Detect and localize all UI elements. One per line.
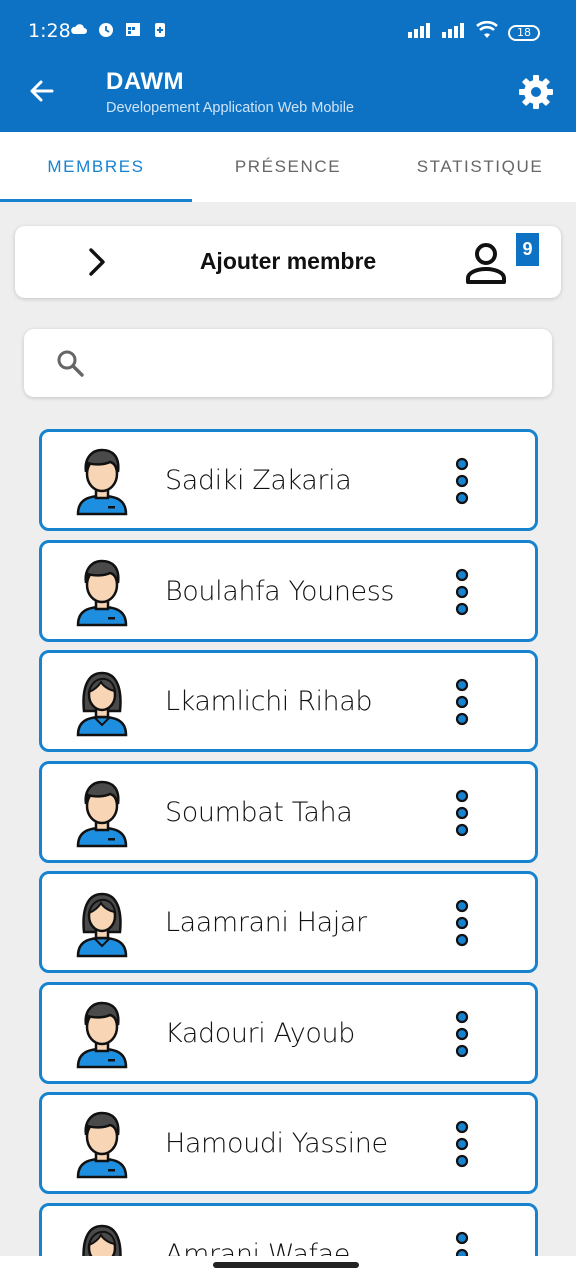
search-bar <box>24 329 552 397</box>
search-input[interactable] <box>104 343 534 383</box>
home-handle[interactable] <box>213 1262 359 1268</box>
member-name: Kadouri Ayoub <box>165 1017 355 1049</box>
settings-gear-icon[interactable] <box>516 72 556 112</box>
female-avatar-icon <box>75 1218 129 1257</box>
male-avatar-icon <box>75 776 129 848</box>
male-avatar-icon <box>75 997 129 1069</box>
member-list: Sadiki Zakaria Boulahfa Youness Lkamlich… <box>39 429 538 1257</box>
app-bar: 1:28 18 DAWM Developement Application We… <box>0 0 576 132</box>
cloud-icon <box>70 20 88 38</box>
member-card-boulahfa-youness[interactable]: Boulahfa Youness <box>39 539 538 642</box>
tab-bar: MEMBRES PRÉSENCE STATISTIQUE <box>0 132 576 202</box>
male-avatar-icon <box>75 555 129 627</box>
member-name: Sadiki Zakaria <box>165 465 352 496</box>
member-card-sadiki-zakaria[interactable]: Sadiki Zakaria <box>39 429 538 531</box>
more-vert-icon[interactable] <box>450 789 474 837</box>
member-card-lkamlichi-rihab[interactable]: Lkamlichi Rihab <box>39 650 538 752</box>
member-name: Amrani Wafae <box>165 1238 350 1258</box>
more-vert-icon[interactable] <box>450 568 474 616</box>
member-name: Hamoudi Yassine <box>165 1128 388 1159</box>
status-time: 1:28 <box>28 20 71 42</box>
status-bar: 1:28 18 <box>0 0 576 62</box>
signal-icon <box>408 22 432 43</box>
member-card-soumbat-taha[interactable]: Soumbat Taha <box>39 760 538 863</box>
battery-saver-icon <box>151 20 169 38</box>
add-member-button[interactable]: Ajouter membre 9 <box>15 226 561 298</box>
tab-membres[interactable]: MEMBRES <box>0 132 192 202</box>
member-name: Laamrani Hajar <box>165 907 367 938</box>
member-name: Soumbat Taha <box>165 796 353 828</box>
search-icon <box>54 347 86 379</box>
more-vert-icon[interactable] <box>450 457 474 505</box>
notification-icons <box>70 20 169 38</box>
male-avatar-icon <box>75 1107 129 1179</box>
signal-icon-2 <box>442 22 466 43</box>
battery-indicator: 18 <box>508 24 540 41</box>
gesture-navigation-bar <box>0 1256 576 1280</box>
tab-statistique[interactable]: STATISTIQUE <box>384 132 576 202</box>
page-title: DAWM <box>106 68 184 95</box>
member-card-amrani-wafae[interactable]: Amrani Wafae <box>39 1202 538 1258</box>
back-arrow-icon[interactable] <box>22 72 62 112</box>
more-vert-icon[interactable] <box>450 899 474 947</box>
person-icon <box>463 240 509 286</box>
system-indicators: 18 <box>408 20 540 44</box>
member-card-hamoudi-yassine[interactable]: Hamoudi Yassine <box>39 1092 538 1194</box>
calendar-icon <box>124 20 142 38</box>
member-card-kadouri-ayoub[interactable]: Kadouri Ayoub <box>39 981 538 1084</box>
alarm-icon <box>97 20 115 38</box>
member-count-badge: 9 <box>516 233 539 266</box>
page-subtitle: Developement Application Web Mobile <box>106 100 354 116</box>
member-name: Boulahfa Youness <box>165 575 395 607</box>
female-avatar-icon <box>75 886 129 958</box>
member-card-laamrani-hajar[interactable]: Laamrani Hajar <box>39 871 538 973</box>
wifi-icon <box>476 20 498 44</box>
tab-presence[interactable]: PRÉSENCE <box>192 132 384 202</box>
more-vert-icon[interactable] <box>450 1010 474 1058</box>
male-avatar-icon <box>75 444 129 516</box>
female-avatar-icon <box>75 665 129 737</box>
more-vert-icon[interactable] <box>450 678 474 726</box>
more-vert-icon[interactable] <box>450 1231 474 1257</box>
more-vert-icon[interactable] <box>450 1120 474 1168</box>
member-name: Lkamlichi Rihab <box>165 686 373 717</box>
